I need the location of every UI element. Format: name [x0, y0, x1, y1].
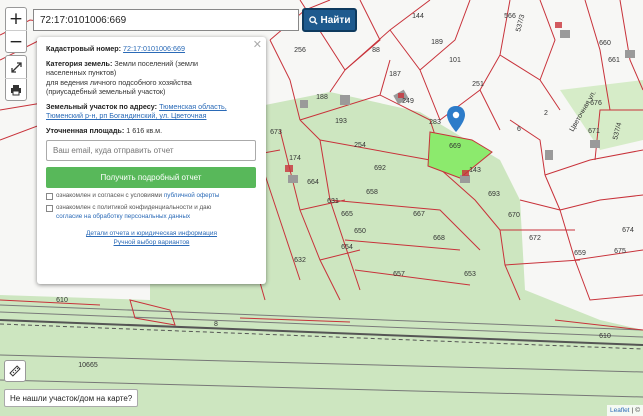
get-report-button[interactable]: Получить подробный отчет	[46, 166, 256, 188]
parcel-label: 566	[504, 13, 516, 20]
print-icon	[11, 84, 21, 95]
parcel-label: 661	[608, 57, 620, 64]
parcel-label: 143	[469, 167, 481, 174]
parcel-label: 668	[433, 235, 445, 242]
parcel-label: 251	[472, 81, 484, 88]
consent-offer-text: ознакомлен и согласен с условиями	[56, 191, 163, 199]
consent-offer-checkbox[interactable]	[46, 192, 53, 200]
parcel-label: 673	[270, 129, 282, 136]
parcel-info-popup: ✕ Кадастровый номер: 72:17:0101006:669 К…	[37, 37, 266, 284]
search-icon	[308, 15, 318, 25]
parcel-label: 692	[374, 165, 386, 172]
parcel-label: 144	[412, 13, 424, 20]
consent-privacy-checkbox[interactable]	[46, 205, 53, 213]
parcel-label: 249	[402, 98, 414, 105]
leaflet-link[interactable]: Leaflet	[610, 407, 630, 414]
parcel-label: 256	[294, 47, 306, 54]
email-input[interactable]	[46, 139, 256, 161]
parcel-label: 672	[529, 235, 541, 242]
parcel-label: 671	[588, 128, 600, 135]
search-button-label: Найти	[320, 14, 351, 26]
parcel-label: 632	[294, 257, 306, 264]
parcel-label: 6	[517, 126, 521, 133]
report-details-link[interactable]: Детали отчета и юридическая информация	[86, 230, 217, 237]
parcel-label: 174	[289, 155, 301, 162]
land-category-line1: Земли поселений (земли	[114, 59, 199, 69]
ruler-icon	[9, 365, 21, 377]
address-link-2[interactable]: Тюменский р-н, рп Богандинский, ул. Цвет…	[46, 111, 206, 120]
parcel-label: 254	[354, 142, 366, 149]
parcel-label: 658	[366, 189, 378, 196]
parcel-label: 667	[413, 211, 425, 218]
zoom-control: + −	[5, 7, 27, 53]
parcel-label: 193	[335, 118, 347, 125]
consent-privacy: ознакомлен с политикой конфиденциальност…	[46, 204, 257, 221]
print-button[interactable]	[5, 78, 27, 100]
parcel-label: 610	[56, 297, 68, 304]
zoom-in-button[interactable]: +	[5, 8, 27, 30]
land-use-line2: (приусадебный земельный участок)	[46, 86, 166, 96]
parcel-label: 665	[341, 211, 353, 218]
area-key: Уточненная площадь:	[46, 126, 125, 136]
parcel-label: 693	[488, 191, 500, 198]
parcel-label: 654	[341, 244, 353, 251]
map-tools	[5, 55, 27, 101]
cadastral-number-key: Кадастровый номер:	[46, 44, 122, 53]
parcel-label: 631	[327, 198, 339, 205]
parcel-label: 650	[354, 228, 366, 235]
parcel-label: 675	[614, 248, 626, 255]
parcel-label: 8	[214, 321, 218, 328]
parcel-label: 657	[393, 271, 405, 278]
search-button[interactable]: Найти	[302, 8, 357, 32]
fullscreen-button[interactable]	[5, 56, 27, 78]
personal-data-link[interactable]: согласие на обработку персональных данны…	[56, 213, 190, 220]
zoom-out-button[interactable]: −	[5, 30, 27, 52]
public-offer-link[interactable]: публичной оферты	[164, 192, 220, 199]
attribution-separator: |	[631, 407, 634, 414]
fullscreen-icon	[10, 61, 22, 73]
parcel-label: 10665	[78, 362, 98, 369]
parcel-label: 653	[464, 271, 476, 278]
consent-privacy-text: ознакомлен с политикой конфиденциальност…	[56, 204, 212, 212]
parcel-label: 283	[429, 119, 441, 126]
cadastral-number-link[interactable]: 72:17:0101006:669	[123, 44, 185, 53]
land-category-line2: населенных пунктов)	[46, 68, 117, 78]
consent-offer: ознакомлен и согласен с условиями публич…	[46, 192, 257, 201]
parcel-label: 2	[544, 110, 548, 117]
manual-selection-link[interactable]: Ручной выбор вариантов	[114, 239, 190, 246]
attribution-copyright: ©	[635, 407, 640, 414]
land-category-key: Категория земель:	[46, 59, 113, 69]
parcel-label: 187	[389, 71, 401, 78]
parcel-label: 670	[508, 212, 520, 219]
measure-button[interactable]	[4, 360, 26, 382]
land-use-line1: для ведения личного подсобного хозяйства	[46, 77, 192, 87]
address-link-1[interactable]: Тюменская область,	[159, 102, 227, 111]
close-icon[interactable]: ✕	[253, 38, 262, 51]
parcel-label: 101	[449, 57, 461, 64]
map-attribution: Leaflet | ©	[606, 405, 643, 416]
search-input[interactable]	[33, 9, 299, 31]
parcel-label: 674	[622, 227, 634, 234]
parcel-label: 664	[307, 179, 319, 186]
parcel-label: 88	[372, 47, 380, 54]
parcel-label: 659	[574, 250, 586, 257]
parcel-label: 188	[316, 94, 328, 101]
not-found-button[interactable]: Не нашли участок/дом на карте?	[4, 389, 139, 407]
address-key: Земельный участок по адресу:	[46, 102, 158, 112]
parcel-label: 189	[431, 39, 443, 46]
area-value: 1 616 кв.м.	[126, 126, 163, 136]
parcel-label: 660	[599, 40, 611, 47]
parcel-label-selected: 669	[449, 143, 461, 150]
parcel-label: 610	[599, 333, 611, 340]
